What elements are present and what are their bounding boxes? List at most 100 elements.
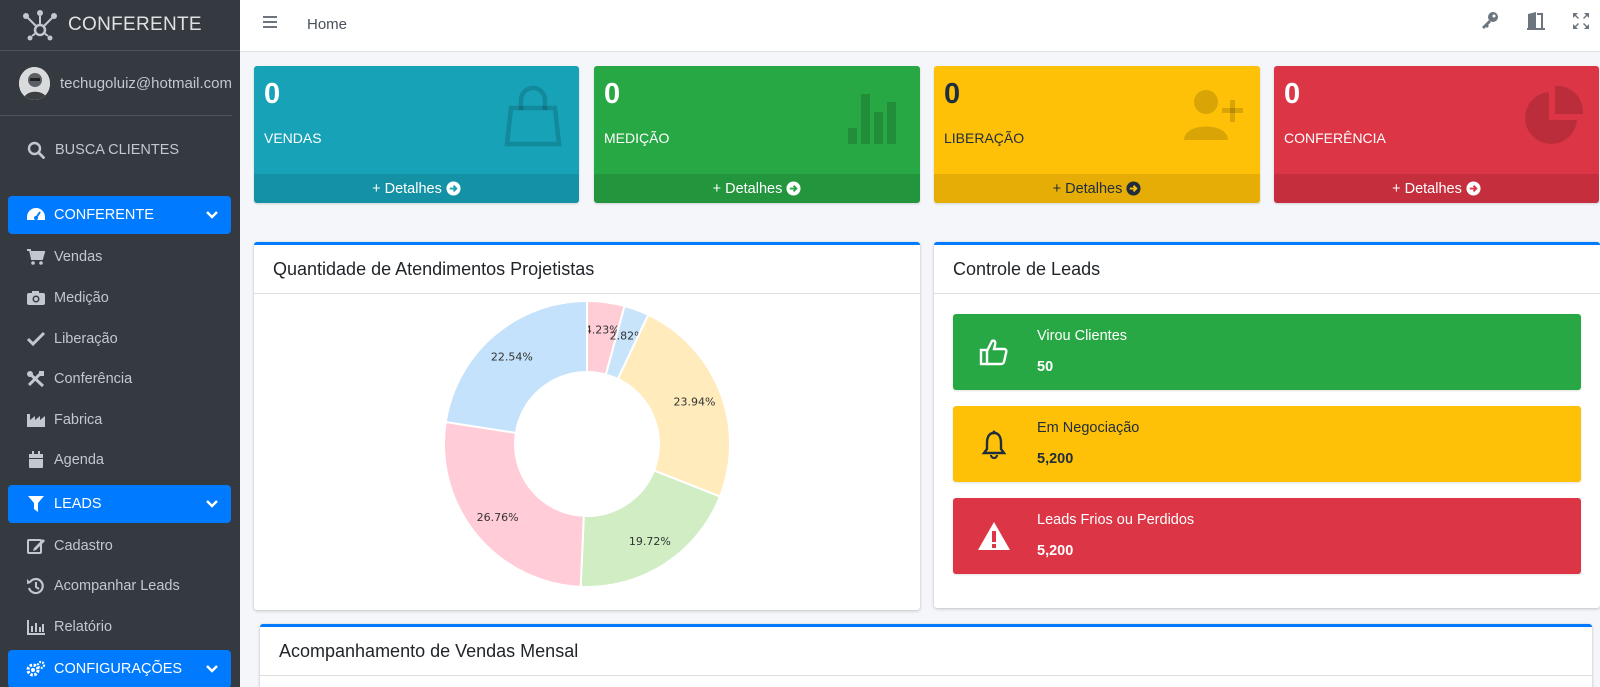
box-label: CONFERÊNCIA: [1284, 130, 1386, 146]
lead-box-virou-clientes[interactable]: Virou Clientes 50: [953, 314, 1581, 390]
menu-label: CONFIGURAÇÕES: [54, 661, 183, 677]
search-clients-link[interactable]: BUSCA CLIENTES: [0, 116, 240, 184]
box-label: LIBERAÇÃO: [944, 130, 1025, 146]
chevron-down-icon: [206, 211, 218, 219]
sidebar-item-relatorio[interactable]: Relatório: [8, 608, 231, 646]
lead-box-leads-frios[interactable]: Leads Frios ou Perdidos 5,200: [953, 498, 1581, 574]
top-navbar: Home: [240, 0, 1600, 52]
menu-label: LEADS: [54, 496, 102, 512]
arrow-circle-right-icon: [1466, 181, 1481, 196]
sidebar-item-fabrica[interactable]: Fabrica: [8, 401, 231, 439]
atendimentos-card: Quantidade de Atendimentos Projetistas 4…: [254, 242, 920, 610]
sidebar-item-label: Vendas: [54, 249, 103, 265]
box-count: 0: [944, 78, 961, 110]
avatar[interactable]: [19, 66, 51, 100]
warning-icon: [953, 498, 1035, 574]
box-footer-label: + Detalhes: [1392, 180, 1462, 197]
lead-value: 50: [1037, 359, 1054, 375]
sidebar-item-medicao[interactable]: Medição: [8, 279, 231, 317]
card-title: Acompanhamento de Vendas Mensal: [260, 627, 1592, 676]
box-footer-link[interactable]: + Detalhes: [254, 174, 579, 203]
network-logo-icon: [23, 10, 57, 41]
user-panel[interactable]: techugoluiz@hotmail.com: [0, 51, 232, 116]
industry-icon: [26, 410, 46, 430]
sidebar-item-agenda[interactable]: Agenda: [8, 441, 231, 479]
history-icon: [26, 576, 46, 596]
sidebar-item-label: Medição: [54, 290, 109, 306]
tachometer-icon: [26, 205, 46, 225]
user-plus-icon: [1184, 90, 1243, 140]
lead-label: Virou Clientes: [1037, 328, 1128, 344]
sidebar-item-conferencia[interactable]: Conferência: [8, 360, 231, 398]
sidebar-item-label: Acompanhar Leads: [54, 578, 180, 594]
pie-slice-label: 19.72%: [629, 535, 671, 548]
fullscreen-icon[interactable]: [1571, 11, 1591, 31]
hamburger-menu-icon[interactable]: [262, 13, 280, 31]
chevron-down-icon: [206, 665, 218, 673]
pie-slice-label: 23.94%: [673, 396, 715, 409]
sidebar-item-cadastro[interactable]: Cadastro: [8, 527, 231, 565]
key-icon[interactable]: [1480, 11, 1500, 31]
pie-slice-label: 26.76%: [477, 511, 519, 524]
box-count: 0: [604, 78, 621, 110]
shopping-bag-icon: [504, 85, 562, 147]
info-box-liberacao: 0 LIBERAÇÃO + Detalhes: [934, 66, 1260, 203]
lead-label: Em Negociação: [1037, 420, 1140, 436]
box-footer-label: + Detalhes: [1052, 180, 1123, 197]
thumbs-up-icon: [953, 314, 1035, 390]
arrow-circle-right-icon: [1126, 181, 1141, 196]
search-clients-label: BUSCA CLIENTES: [55, 142, 180, 158]
sidebar-item-vendas[interactable]: Vendas: [8, 238, 231, 276]
cogs-icon: [26, 659, 46, 679]
cart-icon: [26, 247, 46, 267]
box-count: 0: [264, 78, 281, 110]
arrow-circle-right-icon: [786, 181, 801, 196]
sidebar-item-label: Relatório: [54, 619, 113, 635]
bell-icon: [953, 406, 1035, 482]
chart-icon: [26, 617, 46, 637]
box-footer-link[interactable]: + Detalhes: [1274, 174, 1599, 203]
lead-box-em-negociacao[interactable]: Em Negociação 5,200: [953, 406, 1581, 482]
lead-value: 5,200: [1037, 543, 1074, 559]
box-label: MEDIÇÃO: [604, 130, 670, 146]
box-footer-link[interactable]: + Detalhes: [934, 174, 1260, 203]
brand[interactable]: CONFERENTE: [0, 0, 240, 51]
door-exit-icon[interactable]: [1526, 11, 1546, 31]
card-title: Controle de Leads: [934, 245, 1600, 294]
box-footer-link[interactable]: + Detalhes: [594, 174, 920, 203]
sidebar-item-label: Liberação: [54, 331, 118, 347]
menu-label: CONFERENTE: [54, 207, 154, 223]
box-label: VENDAS: [264, 130, 322, 146]
menu-header-conferente[interactable]: CONFERENTE: [8, 196, 231, 234]
sidebar-item-label: Conferência: [54, 371, 133, 387]
box-footer-label: + Detalhes: [712, 180, 783, 197]
box-count: 0: [1284, 78, 1301, 110]
pie-slice[interactable]: [444, 299, 588, 435]
filter-icon: [26, 494, 46, 514]
doughnut-chart: 4.23%2.82%23.94%19.72%26.76%22.54%: [443, 299, 731, 588]
pie-chart-icon: [1525, 85, 1584, 144]
bar-chart-icon: [848, 94, 896, 144]
menu-header-configuracoes[interactable]: CONFIGURAÇÕES: [8, 650, 231, 687]
search-icon: [27, 141, 45, 159]
pie-slice[interactable]: [579, 469, 722, 588]
menu-header-leads[interactable]: LEADS: [8, 485, 231, 523]
card-title: Quantidade de Atendimentos Projetistas: [254, 245, 920, 294]
sidebar-item-label: Cadastro: [54, 538, 113, 554]
sidebar-item-acompanhar-leads[interactable]: Acompanhar Leads: [8, 567, 231, 605]
user-email: techugoluiz@hotmail.com: [60, 74, 232, 92]
box-footer-label: + Detalhes: [372, 180, 442, 197]
breadcrumb-home[interactable]: Home: [307, 16, 347, 33]
leads-card: Controle de Leads Virou Clientes 50 Em N…: [934, 242, 1600, 608]
sidebar-item-label: Agenda: [54, 452, 104, 468]
brand-name: CONFERENTE: [68, 14, 202, 35]
pie-slice[interactable]: [443, 420, 585, 588]
lead-value: 5,200: [1037, 451, 1074, 467]
lead-label: Leads Frios ou Perdidos: [1037, 512, 1195, 528]
sidebar-item-liberacao[interactable]: Liberação: [8, 320, 231, 358]
chevron-down-icon: [206, 500, 218, 508]
edit-icon: [26, 536, 46, 556]
pie-slice-label: 22.54%: [491, 350, 533, 363]
info-box-conferencia: 0 CONFERÊNCIA + Detalhes: [1274, 66, 1599, 203]
calendar-icon: [26, 450, 46, 470]
